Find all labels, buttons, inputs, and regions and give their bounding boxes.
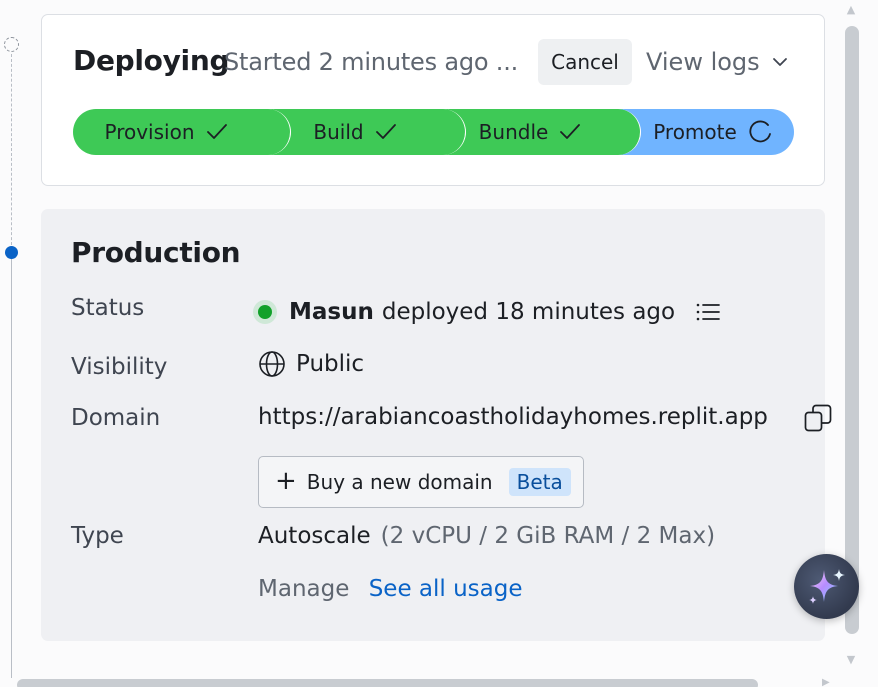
- domain-label: Domain: [71, 405, 161, 431]
- status-label: Status: [71, 295, 145, 321]
- scroll-down-arrow-icon[interactable]: ▼: [845, 654, 857, 666]
- see-all-usage-link[interactable]: See all usage: [369, 576, 523, 602]
- type-name: Autoscale: [258, 523, 371, 549]
- production-title: Production: [71, 236, 241, 269]
- timeline-connector: [11, 258, 12, 678]
- buy-domain-button[interactable]: + Buy a new domain Beta: [258, 456, 584, 508]
- vertical-scrollbar-thumb[interactable]: [845, 26, 859, 634]
- type-value: Autoscale (2 vCPU / 2 GiB RAM / 2 Max): [258, 523, 715, 549]
- manage-label: Manage: [258, 576, 350, 602]
- status-dot-icon: [258, 305, 272, 319]
- view-logs-dropdown[interactable]: View logs: [646, 45, 790, 79]
- assistant-button[interactable]: [794, 554, 859, 619]
- stage-label: Provision: [104, 120, 195, 144]
- stage-label: Build: [313, 120, 364, 144]
- check-icon: [375, 124, 396, 139]
- stage-promote: Promote: [594, 109, 794, 155]
- spinner-icon: [749, 120, 771, 143]
- manage-row: Manage See all usage: [258, 576, 523, 602]
- globe-icon: [259, 351, 285, 377]
- status-value: Masun deployed 18 minutes ago: [258, 295, 675, 329]
- stage-label: Promote: [653, 120, 737, 144]
- timeline-active-dot: [5, 246, 18, 259]
- type-label: Type: [71, 523, 124, 549]
- timeline-pending-dot: [4, 37, 19, 52]
- check-icon: [206, 124, 227, 139]
- stage-provision: Provision: [73, 109, 268, 155]
- deployment-card: Deploying Started 2 minutes ago ... Canc…: [41, 14, 825, 186]
- status-text: deployed 18 minutes ago: [381, 299, 676, 325]
- timeline-connector-pending: [11, 54, 12, 250]
- visibility-text: Public: [296, 351, 365, 377]
- visibility-label: Visibility: [71, 354, 168, 380]
- horizontal-scrollbar-thumb[interactable]: [17, 679, 758, 687]
- domain-url[interactable]: https://arabiancoastholidayhomes.replit.…: [258, 404, 768, 430]
- deployment-started-text: Started 2 minutes ago ...: [224, 48, 519, 76]
- status-user: Masun: [289, 299, 374, 325]
- copy-icon[interactable]: [803, 403, 833, 433]
- scroll-right-arrow-icon[interactable]: ▶: [822, 677, 832, 687]
- check-icon: [560, 124, 581, 139]
- deployment-title: Deploying: [73, 44, 230, 77]
- type-spec: (2 vCPU / 2 GiB RAM / 2 Max): [380, 523, 716, 549]
- deployment-stages: Provision Build Bundle Promote: [73, 109, 794, 155]
- scroll-up-arrow-icon[interactable]: ▲: [845, 4, 857, 16]
- production-panel: Production Status Masun deployed 18 minu…: [41, 209, 832, 641]
- list-icon[interactable]: [695, 300, 721, 324]
- plus-icon: +: [275, 466, 297, 496]
- buy-domain-label: Buy a new domain: [306, 470, 493, 494]
- chevron-down-icon: [772, 58, 787, 66]
- visibility-value: Public: [258, 347, 364, 381]
- view-logs-label: View logs: [646, 48, 760, 76]
- stage-label: Bundle: [478, 120, 549, 144]
- cancel-button[interactable]: Cancel: [538, 39, 632, 85]
- stage-build: Build: [244, 109, 443, 155]
- stage-bundle: Bundle: [419, 109, 618, 155]
- sparkle-icon: [808, 568, 845, 604]
- beta-badge: Beta: [508, 468, 571, 496]
